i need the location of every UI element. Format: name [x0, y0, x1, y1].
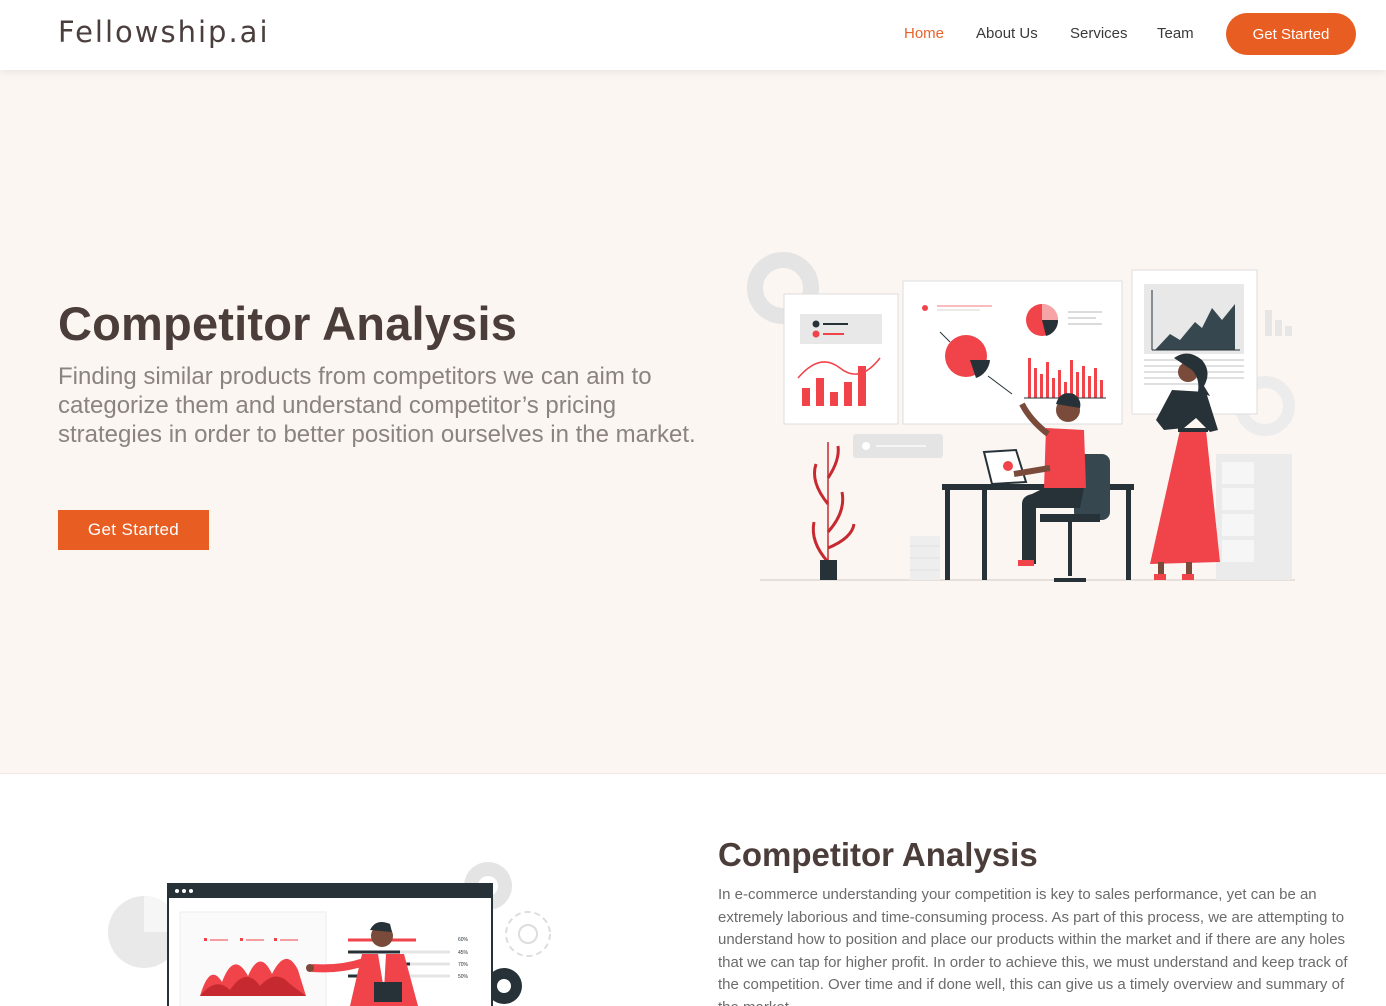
presentation-illustration: 60% 45% 70% 50% [108, 862, 551, 1006]
hero-section: Competitor Analysis Finding similar prod… [0, 70, 1386, 774]
site-logo[interactable]: Fellowship.ai [58, 15, 270, 49]
nav-team[interactable]: Team [1157, 25, 1194, 42]
illustration-label-3: 70% [458, 962, 469, 968]
nav-home[interactable]: Home [904, 25, 944, 42]
illustration-label-2: 45% [458, 950, 469, 956]
site-header: Fellowship.ai Home About Us Services Tea… [0, 0, 1386, 70]
nav-services[interactable]: Services [1070, 25, 1128, 42]
illustration-label-1: 60% [458, 937, 469, 943]
nav-about-us[interactable]: About Us [976, 25, 1038, 42]
hero-description: Finding similar products from competitor… [58, 363, 696, 448]
section-title: Competitor Analysis [718, 836, 1038, 873]
illustration-label-4: 50% [458, 974, 469, 980]
competitor-analysis-illustration [747, 252, 1295, 582]
hero-get-started-button[interactable]: Get Started [58, 510, 209, 550]
hero-title: Competitor Analysis [58, 297, 518, 350]
section-body: In e-commerce understanding your competi… [718, 886, 1348, 1006]
header-get-started-button[interactable]: Get Started [1226, 13, 1356, 55]
